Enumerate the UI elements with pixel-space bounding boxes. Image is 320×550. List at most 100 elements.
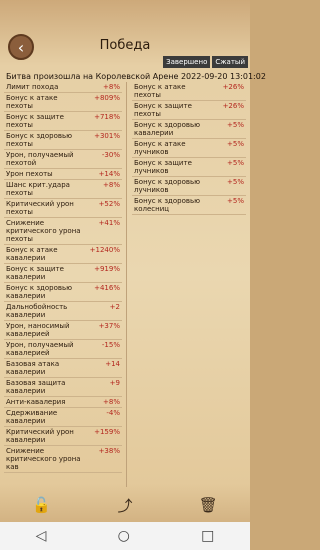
stat-name: Базовая атака кавалерии: [6, 360, 60, 376]
stat-name: Критический урон пехоты: [6, 200, 74, 216]
stat-value: +8%: [103, 398, 120, 406]
stat-value: +416%: [94, 284, 120, 292]
stat-name: Урон, получаемый кавалерией: [6, 341, 74, 357]
stat-row: Шанс крит.удара пехоты +8%: [4, 180, 122, 199]
stat-row: Снижение критического урона пехоты +41%: [4, 218, 122, 245]
stat-value: +159%: [94, 428, 120, 436]
stat-row: Урон, получаемый кавалерией -15%: [4, 340, 122, 359]
stat-name: Бонус к здоровью лучников: [134, 178, 201, 194]
stat-name: Бонус к здоровью пехоты: [6, 132, 73, 148]
stat-name: Критический урон кавалерии: [6, 428, 74, 444]
share-icon[interactable]: ⤴: [114, 494, 136, 516]
stat-name: Базовая защита кавалерии: [6, 379, 66, 395]
stat-name: Бонус к атаке кавалерии: [6, 246, 58, 262]
stat-value: +5%: [227, 197, 244, 205]
stat-name: Шанс крит.удара пехоты: [6, 181, 70, 197]
battle-title: Битва произошла на Королевской Арене: [6, 72, 179, 81]
stat-row: Дальнобойность кавалерии +2: [4, 302, 122, 321]
stat-name: Дальнобойность кавалерии: [6, 303, 68, 319]
left-column: Лимит похода +8% Бонус к атаке пехоты +809%…: [4, 82, 122, 487]
stat-value: +26%: [222, 83, 244, 91]
stat-row: Бонус к здоровью пехоты +301%: [4, 131, 122, 150]
stat-name: Снижение критического урона пехоты: [6, 219, 81, 243]
stat-row: Базовая атака кавалерии +14: [4, 359, 122, 378]
status-tags: Завершено Сжатый: [163, 56, 248, 68]
battle-info: Битва произошла на Королевской Арене 202…: [6, 72, 266, 81]
stat-name: Бонус к защите лучников: [134, 159, 192, 175]
stat-value: +718%: [94, 113, 120, 121]
stat-row: Базовая защита кавалерии +9: [4, 378, 122, 397]
stat-row: Критический урон пехоты +52%: [4, 199, 122, 218]
recent-square-icon[interactable]: □: [201, 528, 214, 544]
tag-completed: Завершено: [163, 56, 211, 68]
stat-value: +5%: [227, 159, 244, 167]
stat-value: +809%: [94, 94, 120, 102]
stat-row: Бонус к здоровью колесниц +5%: [132, 196, 246, 215]
stat-value: +26%: [222, 102, 244, 110]
back-triangle-icon[interactable]: ◁: [36, 528, 47, 544]
column-divider: [126, 82, 127, 487]
page-title: Победа: [99, 38, 151, 53]
home-circle-icon[interactable]: ○: [118, 528, 130, 544]
right-column: Бонус к атаке пехоты +26% Бонус к защите п…: [132, 82, 246, 487]
stat-name: Бонус к защите пехоты: [134, 102, 192, 118]
stat-value: -4%: [106, 409, 120, 417]
stat-name: Бонус к здоровью колесниц: [134, 197, 201, 213]
stat-row: Урон, получаемый пехотой -30%: [4, 150, 122, 169]
stat-value: +52%: [98, 200, 120, 208]
stat-row: Бонус к защите кавалерии +919%: [4, 264, 122, 283]
android-navbar: ◁ ○ □: [0, 522, 250, 550]
stats-table: Лимит похода +8% Бонус к атаке пехоты +809%…: [4, 82, 246, 487]
trash-icon[interactable]: 🗑: [197, 494, 219, 516]
stat-value: +14%: [98, 170, 120, 178]
stat-value: +919%: [94, 265, 120, 273]
stat-value: -15%: [101, 341, 120, 349]
footer-toolbar: 🔓 ⤴ 🗑: [0, 488, 250, 522]
stat-name: Сдерживание кавалерии: [6, 409, 58, 425]
stat-row: Урон пехоты +14%: [4, 169, 122, 180]
stat-value: +5%: [227, 178, 244, 186]
stat-value: +9: [109, 379, 120, 387]
stat-name: Бонус к атаке пехоты: [6, 94, 58, 110]
stat-row: Анти-кавалерия +8%: [4, 397, 122, 408]
stat-row: Бонус к здоровью кавалерии +416%: [4, 283, 122, 302]
stat-name: Бонус к здоровью кавалерии: [134, 121, 201, 137]
stat-name: Бонус к атаке лучников: [134, 140, 186, 156]
stat-value: +5%: [227, 121, 244, 129]
stat-value: +8%: [103, 181, 120, 189]
stat-name: Анти-кавалерия: [6, 398, 66, 406]
stat-name: Урон пехоты: [6, 170, 53, 178]
stat-row: Критический урон кавалерии +159%: [4, 427, 122, 446]
stat-name: Бонус к защите кавалерии: [6, 265, 64, 281]
stat-value: +5%: [227, 140, 244, 148]
stat-row: Бонус к атаке кавалерии +1240%: [4, 245, 122, 264]
stat-name: Урон, наносимый кавалерией: [6, 322, 70, 338]
stat-value: +8%: [103, 83, 120, 91]
stat-row: Бонус к здоровью лучников +5%: [132, 177, 246, 196]
stat-row: Бонус к атаке пехоты +26%: [132, 82, 246, 101]
stat-value: -30%: [101, 151, 120, 159]
stat-name: Снижение критического урона кав: [6, 447, 81, 471]
stat-row: Бонус к защите пехоты +718%: [4, 112, 122, 131]
stat-value: +37%: [98, 322, 120, 330]
stat-name: Бонус к защите пехоты: [6, 113, 64, 129]
stat-row: Бонус к защите лучников +5%: [132, 158, 246, 177]
stat-name: Бонус к здоровью кавалерии: [6, 284, 73, 300]
stat-row: Сдерживание кавалерии -4%: [4, 408, 122, 427]
stat-row: Бонус к атаке пехоты +809%: [4, 93, 122, 112]
stat-name: Лимит похода: [6, 83, 59, 91]
stat-row: Лимит похода +8%: [4, 82, 122, 93]
stat-value: +41%: [98, 219, 120, 227]
stat-row: Снижение критического урона кав +38%: [4, 446, 122, 473]
stat-value: +2: [109, 303, 120, 311]
stat-name: Бонус к атаке пехоты: [134, 83, 186, 99]
unlock-icon[interactable]: 🔓: [31, 494, 53, 516]
tag-compressed: Сжатый: [212, 56, 248, 68]
stat-row: Урон, наносимый кавалерией +37%: [4, 321, 122, 340]
stat-row: Бонус к атаке лучников +5%: [132, 139, 246, 158]
stat-row: Бонус к здоровью кавалерии +5%: [132, 120, 246, 139]
stat-value: +301%: [94, 132, 120, 140]
battle-time: 2022-09-20 13:01:02: [180, 72, 266, 81]
stat-row: Бонус к защите пехоты +26%: [132, 101, 246, 120]
stat-name: Урон, получаемый пехотой: [6, 151, 74, 167]
